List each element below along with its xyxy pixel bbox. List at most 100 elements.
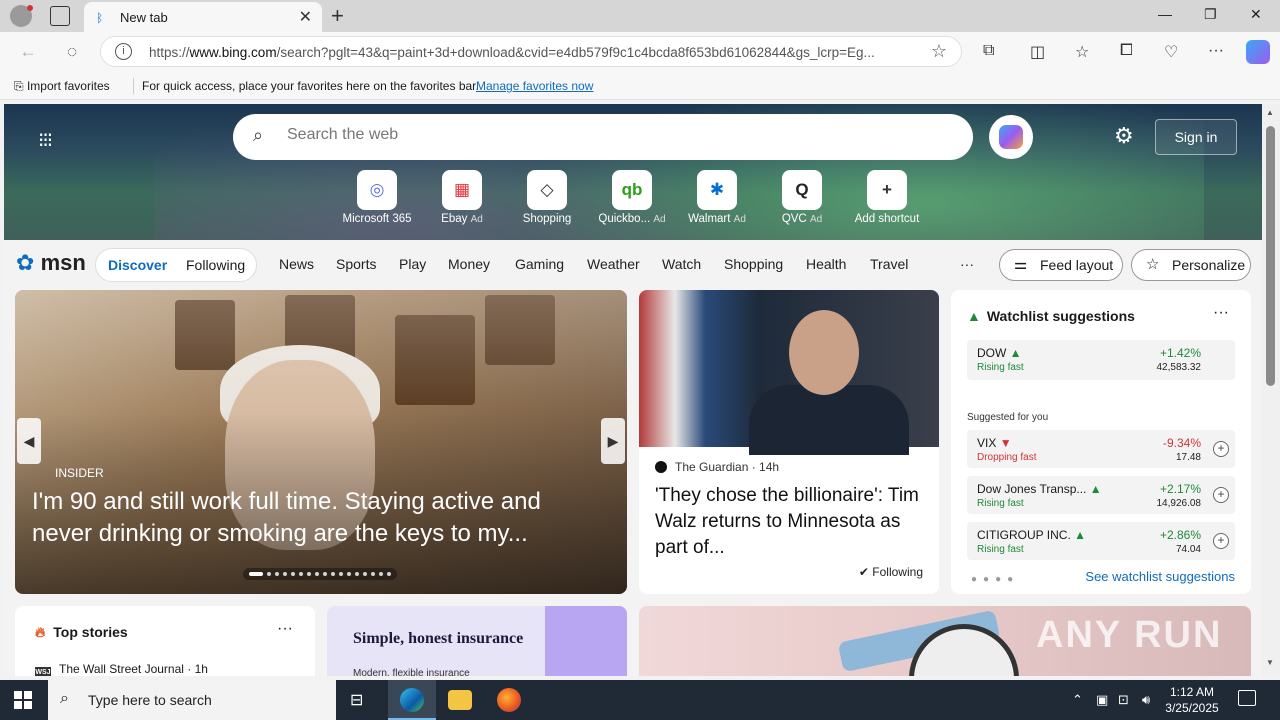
carousel-dot[interactable] xyxy=(283,572,287,576)
shortcut-tile[interactable]: ◇ Shopping xyxy=(505,170,589,225)
import-favorites-button[interactable]: ⎘ Import favorites xyxy=(14,79,110,94)
url-text[interactable]: https://www.bing.com/search?pglt=43&q=pa… xyxy=(149,45,919,60)
nav-link-sports[interactable]: Sports xyxy=(336,256,376,272)
edge-icon[interactable] xyxy=(400,688,424,712)
personalize-button[interactable]: ☆ Personalize xyxy=(1131,249,1251,281)
stop-loading-icon[interactable]: ◌ xyxy=(60,40,84,64)
see-watchlist-link[interactable]: See watchlist suggestions xyxy=(1085,569,1235,584)
nav-link-watch[interactable]: Watch xyxy=(662,256,701,272)
app-launcher-icon[interactable]: ⁝⁝⁝ xyxy=(38,128,53,153)
vertical-scrollbar[interactable]: ▲ ▼ xyxy=(1262,104,1280,676)
favorites-icon[interactable]: ☆ xyxy=(1075,42,1089,62)
tab-actions-icon[interactable] xyxy=(50,6,70,26)
window-close-icon[interactable]: ✕ xyxy=(1250,6,1262,23)
add-to-watchlist-icon[interactable]: + xyxy=(1213,533,1229,549)
nav-link-gaming[interactable]: Gaming xyxy=(515,256,564,272)
task-view-icon[interactable]: ⊟ xyxy=(350,690,363,710)
add-to-watchlist-icon[interactable]: + xyxy=(1213,487,1229,503)
back-icon[interactable]: ← xyxy=(16,40,40,64)
tab-new-tab[interactable]: ᛒ New tab ✕ xyxy=(84,2,322,32)
stock-row[interactable]: CITIGROUP INC. ▲ Rising fast +2.86% 74.04 + xyxy=(967,522,1235,560)
carousel-dot[interactable] xyxy=(355,572,359,576)
system-clock[interactable]: 1:12 AM 3/25/2025 xyxy=(1160,684,1224,716)
gear-icon[interactable]: ⚙ xyxy=(1114,123,1134,149)
copilot-button[interactable] xyxy=(989,115,1033,159)
page-dots[interactable]: ●●●● xyxy=(971,574,1019,585)
more-options-icon[interactable]: ··· xyxy=(1213,304,1229,322)
chevron-up-icon[interactable]: ⌃ xyxy=(1072,692,1083,708)
news-story-card[interactable]: The Guardian · 14h 'They chose the billi… xyxy=(639,290,939,594)
tab-discover[interactable]: Discover xyxy=(108,257,167,273)
windows-start-icon[interactable] xyxy=(14,691,32,709)
carousel-dot[interactable] xyxy=(315,572,319,576)
carousel-dot[interactable] xyxy=(379,572,383,576)
shortcut-tile[interactable]: qb Quickbo... Ad xyxy=(590,170,674,225)
carousel-next-icon[interactable]: ▶ xyxy=(601,418,625,464)
tab-following[interactable]: Following xyxy=(186,257,245,273)
nav-link-money[interactable]: Money xyxy=(448,256,490,272)
minimize-icon[interactable]: — xyxy=(1158,6,1172,22)
firefox-icon[interactable] xyxy=(497,688,521,712)
site-info-icon[interactable]: i xyxy=(115,43,132,60)
carousel-dot[interactable] xyxy=(299,572,303,576)
shortcut-tile[interactable]: Q QVC Ad xyxy=(760,170,844,225)
nav-link-health[interactable]: Health xyxy=(806,256,846,272)
carousel-prev-icon[interactable]: ◀ xyxy=(17,418,41,464)
search-input[interactable] xyxy=(287,126,947,144)
favorite-star-icon[interactable]: ☆ xyxy=(931,41,947,62)
carousel-dot[interactable] xyxy=(387,572,391,576)
carousel-dot[interactable] xyxy=(371,572,375,576)
restore-icon[interactable]: ❐ xyxy=(1204,6,1217,23)
notification-icon[interactable] xyxy=(1238,690,1256,706)
manage-favorites-link[interactable]: Manage favorites now xyxy=(476,79,593,93)
carousel-dot[interactable] xyxy=(275,572,279,576)
nav-link-weather[interactable]: Weather xyxy=(587,256,640,272)
msn-logo[interactable]: ✿ msn xyxy=(16,250,86,276)
carousel-dot[interactable] xyxy=(291,572,295,576)
carousel-dot[interactable] xyxy=(363,572,367,576)
more-options-icon[interactable]: ··· xyxy=(277,620,293,638)
stock-row[interactable]: VIX ▼ Dropping fast -9.34% 17.48 + xyxy=(967,430,1235,468)
device-icon[interactable]: ▣ xyxy=(1096,692,1108,708)
insurance-ad-card[interactable]: Simple, honest insurance Modern, flexibl… xyxy=(327,606,627,676)
extensions-icon[interactable]: ⧉ xyxy=(983,42,994,60)
featured-story-card[interactable]: ◀ ▶ INSIDER I'm 90 and still work full t… xyxy=(15,290,627,594)
scrollbar-thumb[interactable] xyxy=(1266,126,1275,386)
carousel-dot[interactable] xyxy=(307,572,311,576)
shortcut-tile[interactable]: ▦ Ebay Ad xyxy=(420,170,504,225)
stock-row[interactable]: DOW ▲ Rising fast +1.42% 42,583.32 xyxy=(967,340,1235,380)
story-headline[interactable]: 'They chose the billionaire': Tim Walz r… xyxy=(655,483,925,561)
address-bar[interactable]: i https://www.bing.com/search?pglt=43&q=… xyxy=(100,36,962,67)
sign-in-button[interactable]: Sign in xyxy=(1155,119,1237,155)
carousel-dot-active[interactable] xyxy=(249,572,263,576)
shortcut-tile[interactable]: ✱ Walmart Ad xyxy=(675,170,759,225)
carousel-dot[interactable] xyxy=(339,572,343,576)
shortcut-tile[interactable]: ◎ Microsoft 365 xyxy=(335,170,419,225)
carousel-dot[interactable] xyxy=(267,572,271,576)
taskbar-search[interactable]: ⌕ Type here to search xyxy=(48,680,336,720)
split-screen-icon[interactable]: ◫ xyxy=(1030,42,1045,62)
feed-layout-button[interactable]: ⚌ Feed layout xyxy=(999,249,1123,281)
collections-icon[interactable]: ⧠ xyxy=(1120,42,1133,60)
network-icon[interactable]: ⊡ xyxy=(1118,692,1129,708)
new-tab-icon[interactable]: + xyxy=(331,3,344,29)
story-headline[interactable]: I'm 90 and still work full time. Staying… xyxy=(32,486,602,550)
more-categories-button[interactable]: ··· xyxy=(960,256,974,272)
shortcut-tile[interactable]: + Add shortcut xyxy=(845,170,929,225)
stock-row[interactable]: Dow Jones Transp... ▲ Rising fast +2.17% 14… xyxy=(967,476,1235,514)
carousel-dot[interactable] xyxy=(347,572,351,576)
file-explorer-icon[interactable] xyxy=(448,690,472,710)
copilot-sidebar-icon[interactable] xyxy=(1246,40,1270,64)
carousel-dot[interactable] xyxy=(331,572,335,576)
scroll-down-icon[interactable]: ▼ xyxy=(1266,658,1274,667)
add-to-watchlist-icon[interactable]: + xyxy=(1213,441,1229,457)
nav-link-travel[interactable]: Travel xyxy=(870,256,908,272)
nav-link-news[interactable]: News xyxy=(279,256,314,272)
scroll-up-icon[interactable]: ▲ xyxy=(1266,108,1274,117)
following-badge[interactable]: ✔ Following xyxy=(859,565,923,579)
nav-link-shopping[interactable]: Shopping xyxy=(724,256,783,272)
settings-more-icon[interactable]: ··· xyxy=(1208,42,1224,60)
nav-link-play[interactable]: Play xyxy=(399,256,426,272)
close-tab-icon[interactable]: ✕ xyxy=(299,7,312,27)
carousel-dot[interactable] xyxy=(323,572,327,576)
